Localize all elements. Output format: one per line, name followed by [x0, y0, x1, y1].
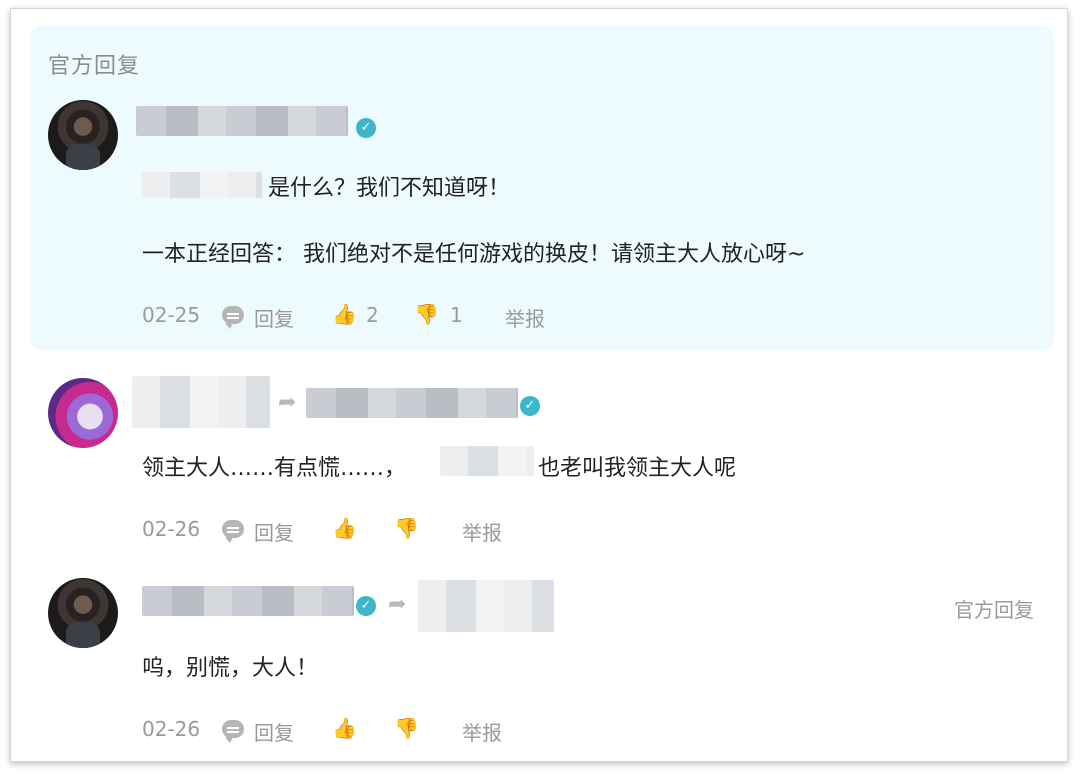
- comment-text: 也老叫我领主大人呢: [538, 456, 737, 481]
- username-blurred[interactable]: [142, 586, 354, 616]
- like-count: 2: [366, 303, 379, 327]
- username-blurred[interactable]: [132, 376, 270, 428]
- thumbs-up-icon[interactable]: 👍: [332, 302, 357, 326]
- speech-bubble-icon[interactable]: [222, 306, 244, 329]
- speech-bubble-icon[interactable]: [222, 520, 244, 543]
- thumbs-up-icon[interactable]: 👍: [332, 716, 357, 740]
- redacted-text: [440, 446, 534, 476]
- official-reply-tag: 官方回复: [954, 598, 1034, 622]
- avatar[interactable]: [48, 100, 118, 170]
- reply-target-blurred[interactable]: [306, 388, 518, 418]
- verified-check-icon: ✓: [356, 118, 376, 138]
- avatar[interactable]: [48, 378, 118, 448]
- thumbs-down-icon[interactable]: 👎: [414, 302, 439, 326]
- comment-text: 是什么？我们不知道呀！: [268, 176, 511, 201]
- report-button[interactable]: 举报: [462, 717, 502, 746]
- thumbs-up-icon[interactable]: 👍: [332, 516, 357, 540]
- thumbs-down-icon[interactable]: 👎: [394, 716, 419, 740]
- redacted-text: [142, 172, 262, 198]
- report-button[interactable]: 举报: [462, 517, 502, 546]
- dislike-count: 1: [450, 303, 463, 327]
- comment-date: 02-26: [142, 517, 201, 541]
- reply-button[interactable]: 回复: [254, 717, 294, 746]
- comment-date: 02-25: [142, 303, 201, 327]
- avatar[interactable]: [48, 578, 118, 648]
- reply-arrow-icon: ➦: [278, 390, 297, 415]
- reply-button[interactable]: 回复: [254, 303, 294, 332]
- report-button[interactable]: 举报: [505, 303, 545, 332]
- verified-check-icon: ✓: [520, 396, 540, 416]
- verified-check-icon: ✓: [356, 596, 376, 616]
- comment-text: 呜，别慌，大人！: [142, 656, 319, 681]
- reply-button[interactable]: 回复: [254, 517, 294, 546]
- comment-date: 02-26: [142, 717, 201, 741]
- comment-text: 一本正经回答： 我们绝对不是任何游戏的换皮！请领主大人放心呀~: [142, 242, 806, 267]
- reply-arrow-icon: ➦: [388, 592, 407, 617]
- comment-text: 领主大人……有点慌……，: [142, 456, 407, 481]
- speech-bubble-icon[interactable]: [222, 720, 244, 743]
- thumbs-down-icon[interactable]: 👎: [394, 516, 419, 540]
- reply-target-blurred[interactable]: [418, 580, 554, 632]
- username-blurred[interactable]: [136, 106, 348, 136]
- section-title: 官方回复: [48, 54, 141, 79]
